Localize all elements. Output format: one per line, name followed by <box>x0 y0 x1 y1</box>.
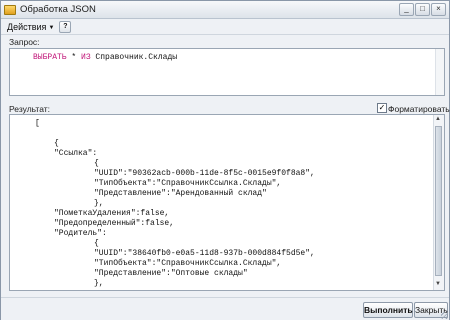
result-line: "ПометкаУдаления":false, <box>54 209 170 218</box>
app-icon <box>4 4 16 15</box>
result-line: }, <box>94 199 104 208</box>
query-text: ВЫБРАТЬ * ИЗ Справочник.Склады <box>33 53 177 63</box>
resize-grip-icon[interactable] <box>441 312 448 319</box>
actions-menu-label: Действия <box>7 21 47 32</box>
result-line: "UUID":"90362acb-000b-11de-8f5c-0015e9f0… <box>94 169 315 178</box>
format-label: Форматировать <box>388 104 450 114</box>
query-scrollbar[interactable] <box>435 49 444 95</box>
result-line: "UUID":"38640fb0-e0a5-11d8-937b-000d884f… <box>94 249 315 258</box>
result-output[interactable]: [ { "Ссылка": { "UUID":"90362acb-000b-11… <box>9 114 445 291</box>
query-operator: * <box>66 53 82 62</box>
query-keyword-from: ИЗ <box>81 53 91 62</box>
query-source: Справочник.Склады <box>90 53 178 62</box>
bottom-bar: Выполнить Закрыть <box>1 297 449 320</box>
result-line: "Представление":"Оптовые склады" <box>94 269 248 278</box>
close-window-button[interactable]: × <box>431 3 446 16</box>
query-keyword-select: ВЫБРАТЬ <box>33 53 67 62</box>
result-label: Результат: <box>9 104 51 114</box>
window-title: Обработка JSON <box>20 4 96 15</box>
chevron-down-icon: ▼ <box>48 24 55 31</box>
processing-window: Обработка JSON _ □ × Действия ▼ ? Запрос:… <box>0 0 450 320</box>
actions-menu[interactable]: Действия ▼ <box>5 22 56 32</box>
execute-button[interactable]: Выполнить <box>363 302 413 318</box>
query-editor[interactable]: ВЫБРАТЬ * ИЗ Справочник.Склады <box>9 48 445 96</box>
result-line: { <box>54 139 59 148</box>
format-checkbox[interactable]: ✓ <box>377 103 387 113</box>
minimize-button[interactable]: _ <box>399 3 414 16</box>
result-line: "Родитель": <box>54 229 107 238</box>
query-label: Запрос: <box>9 37 40 47</box>
result-line: "Представление":"Арендованный склад" <box>94 189 267 198</box>
maximize-button[interactable]: □ <box>415 3 430 16</box>
result-line: [ <box>35 119 40 128</box>
result-line: "ТипОбъекта":"СправочникСсылка.Склады", <box>94 259 282 268</box>
result-scrollbar[interactable]: ▲ ▼ <box>433 115 444 290</box>
scroll-up-icon[interactable]: ▲ <box>435 116 441 122</box>
scroll-down-icon[interactable]: ▼ <box>435 281 441 287</box>
result-line: { <box>94 159 99 168</box>
result-line: "ТипОбъекта":"СправочникСсылка.Склады", <box>94 179 282 188</box>
scroll-thumb[interactable] <box>435 126 442 276</box>
result-line: "Ссылка": <box>54 149 98 158</box>
help-button[interactable]: ? <box>59 20 72 33</box>
result-line: }, <box>94 279 104 288</box>
result-line: { <box>94 239 99 248</box>
title-bar: Обработка JSON _ □ × <box>1 1 449 19</box>
result-line: "Предопределенный":false, <box>54 219 175 228</box>
toolbar: Действия ▼ ? <box>1 19 449 35</box>
window-controls: _ □ × <box>399 3 446 16</box>
